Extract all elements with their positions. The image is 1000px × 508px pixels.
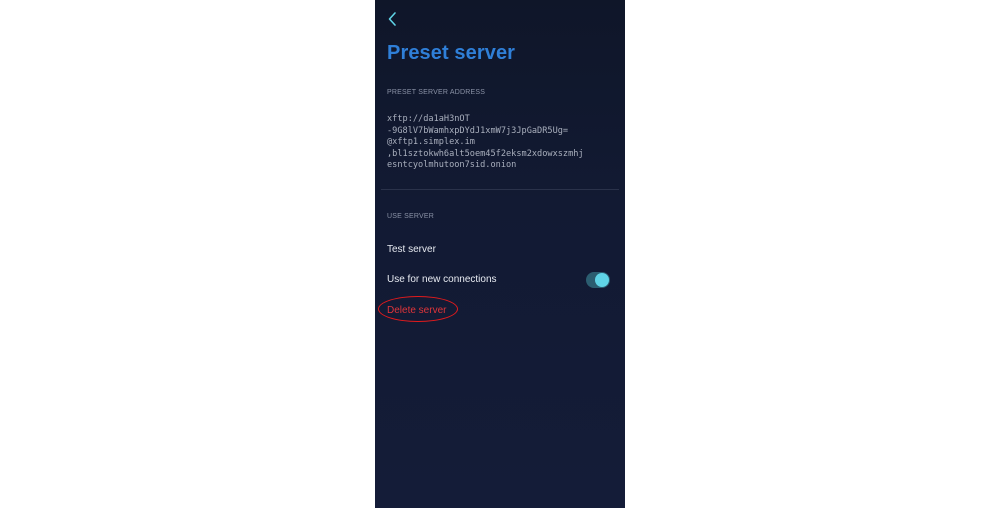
preset-server-address-header: PRESET SERVER ADDRESS [387, 89, 486, 96]
delete-server-button[interactable]: Delete server [387, 305, 446, 316]
section-divider [381, 189, 619, 190]
toggle-knob [595, 273, 609, 287]
test-server-button[interactable]: Test server [387, 244, 436, 255]
use-for-new-connections-toggle[interactable] [586, 272, 610, 288]
phone-screen: Preset server PRESET SERVER ADDRESS xftp… [375, 0, 625, 508]
use-server-header: USE SERVER [387, 213, 434, 220]
back-button[interactable] [385, 10, 401, 28]
page-title: Preset server [387, 42, 516, 64]
chevron-left-icon [388, 12, 396, 26]
use-for-new-connections-label: Use for new connections [387, 274, 497, 285]
server-address-text: xftp://da1aH3nOT -9G8lV7bWamhxpDYdJ1xmW7… [387, 114, 584, 171]
